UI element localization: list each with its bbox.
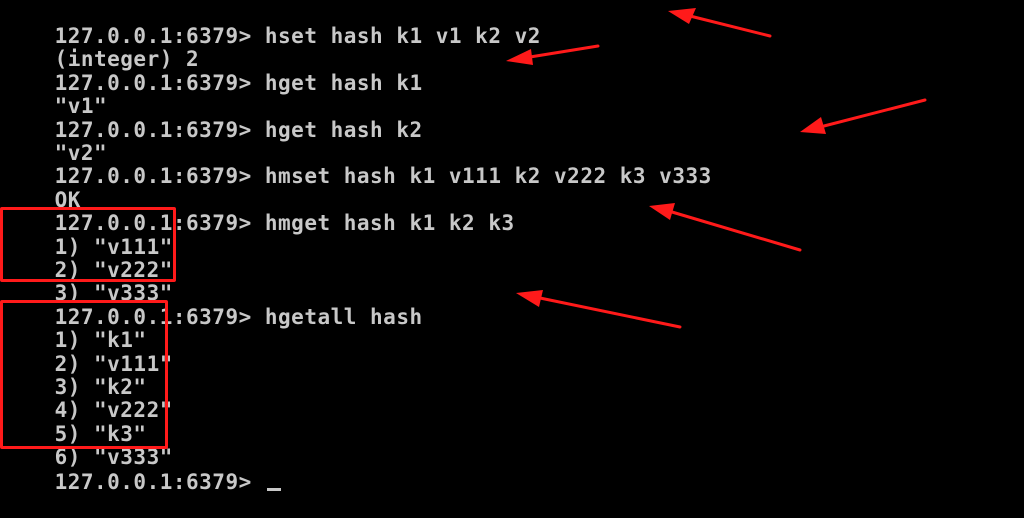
command-text: hget hash k1 bbox=[264, 70, 423, 95]
terminal-line: "v1" bbox=[2, 70, 107, 118]
prompt: 127.0.0.1:6379> bbox=[54, 164, 252, 189]
arrow-icon bbox=[649, 203, 802, 252]
arrow-icon bbox=[668, 8, 772, 38]
command-text: hmget hash k1 k2 k3 bbox=[264, 211, 515, 236]
terminal-line: OK bbox=[2, 164, 81, 212]
arrow-icon bbox=[516, 290, 682, 329]
terminal-window[interactable]: 127.0.0.1:6379> hset hash k1 v1 k2 v2 (i… bbox=[0, 0, 1024, 494]
prompt: 127.0.0.1:6379> bbox=[54, 470, 252, 494]
terminal-line: 127.0.0.1:6379> bbox=[2, 446, 281, 494]
terminal-line: 127.0.0.1:6379> hset hash k1 v1 k2 v2 bbox=[2, 0, 541, 48]
text-cursor bbox=[266, 488, 281, 491]
terminal-line: 127.0.0.1:6379> hget hash k1 bbox=[2, 47, 423, 95]
command-text: hset hash k1 v1 k2 v2 bbox=[264, 24, 541, 48]
terminal-line: "v2" bbox=[2, 117, 107, 165]
terminal-line: (integer) 2 bbox=[2, 23, 199, 71]
hmget-result-highlight-box bbox=[0, 207, 176, 282]
command-text: hget hash k2 bbox=[264, 117, 423, 142]
command-text: hmset hash k1 v111 k2 v222 k3 v333 bbox=[264, 164, 712, 189]
hgetall-result-highlight-box bbox=[0, 300, 168, 449]
terminal-line: 127.0.0.1:6379> hmset hash k1 v111 k2 v2… bbox=[2, 140, 712, 188]
arrow-icon bbox=[800, 98, 927, 134]
arrow-icon bbox=[506, 44, 600, 65]
terminal-line: 127.0.0.1:6379> hget hash k2 bbox=[2, 94, 423, 142]
command-text: hgetall hash bbox=[264, 304, 423, 329]
